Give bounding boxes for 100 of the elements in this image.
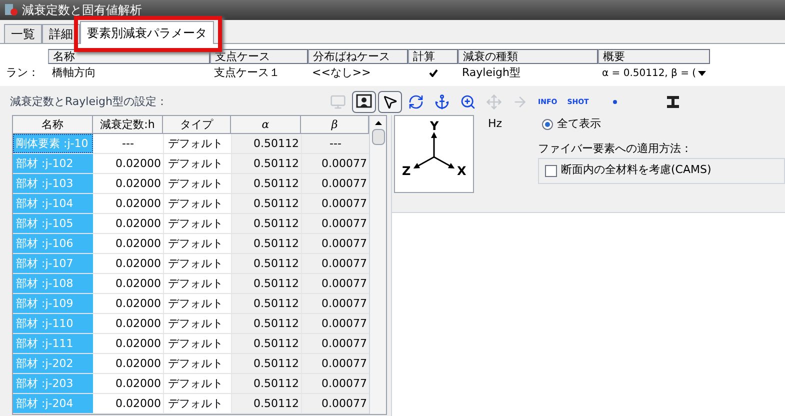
- table-cell: 0.50112: [231, 194, 301, 213]
- checkbox[interactable]: [545, 164, 557, 176]
- table-cell[interactable]: 部材 :j-111: [13, 334, 93, 353]
- column-header: 計算: [408, 49, 458, 64]
- table-cell: 0.00077: [301, 174, 369, 193]
- scrollbar[interactable]: [369, 116, 386, 414]
- settings-label: 減衰定数とRayleigh型の設定：: [9, 94, 168, 110]
- windows-icon: [330, 94, 346, 110]
- scroll-up-icon: [374, 121, 382, 125]
- table-cell: 0.50112: [231, 354, 301, 373]
- column-header: β: [301, 116, 369, 134]
- move-icon: [486, 94, 502, 110]
- table-cell: 0.00077: [301, 334, 369, 353]
- table-cell: 0.50112: [231, 214, 301, 233]
- unit-label: Hz: [488, 116, 502, 132]
- dot-icon: [612, 100, 617, 104]
- table-cell: 0.50112: [231, 134, 301, 153]
- app-icon: [4, 3, 18, 17]
- anchor-icon: [434, 94, 450, 110]
- table-cell-text: 0.02000: [114, 396, 162, 412]
- radio-label: 全て表示: [557, 116, 602, 132]
- table-cell: 0.00077: [301, 194, 369, 213]
- column-header: 減衰定数:h: [93, 116, 163, 134]
- table-cell[interactable]: 部材 :j-203: [13, 374, 93, 393]
- table-cell: 0.00077: [301, 374, 369, 393]
- table-cell[interactable]: 部材 :j-104: [13, 194, 93, 213]
- table-cell: 0.50112: [231, 254, 301, 273]
- checkbox-label: 断面内の全材料を考慮(CAMS): [561, 162, 712, 178]
- i-beam-icon: [666, 95, 680, 109]
- table-cell-text: 0.02000: [114, 156, 162, 172]
- summary-dropdown[interactable]: α = 0.50112, β = (: [598, 66, 710, 80]
- toolbar-button[interactable]: [378, 91, 402, 113]
- table-cell: ---: [301, 134, 369, 153]
- table-cell[interactable]: 部材 :j-103: [13, 174, 93, 193]
- table-cell-text: 0.02000: [114, 276, 162, 292]
- table-cell: 0.50112: [231, 334, 301, 353]
- table-cell[interactable]: 部材 :j-202: [13, 354, 93, 373]
- table-cell-text: 0.02000: [114, 336, 162, 352]
- table-cell-text: 0.02000: [114, 376, 162, 392]
- column-header: 概要: [598, 49, 710, 64]
- tab[interactable]: 一覧: [4, 24, 42, 42]
- table-cell: 0.50112: [231, 374, 301, 393]
- table-cell: 0.00077: [301, 254, 369, 273]
- tab[interactable]: 要素別減衰パラメータ: [80, 21, 214, 44]
- table-cell: 0.00077: [301, 294, 369, 313]
- column-header: 減衰の種類: [458, 49, 598, 64]
- table-cell: 0.50112: [231, 394, 301, 413]
- table-cell[interactable]: 部材 :j-107: [13, 254, 93, 273]
- table-cell: 0.00077: [301, 354, 369, 373]
- axis-label: X: [457, 163, 466, 180]
- fiber-label: ファイバー要素への適用方法：: [538, 141, 693, 157]
- axis-label: Y: [430, 118, 439, 135]
- table-cell-text: 支点ケース１: [213, 64, 281, 81]
- monitor-person-icon: [356, 94, 372, 110]
- table-cell: 0.50112: [231, 154, 301, 173]
- table-cell-text: Rayleigh型: [461, 64, 522, 81]
- table-cell[interactable]: 剛体要素 :j-10: [13, 134, 93, 153]
- window-title: 減衰定数と固有値解析: [22, 2, 142, 19]
- axis-label: Z: [402, 163, 411, 180]
- table-cell: 0.50112: [231, 234, 301, 253]
- table-cell-text: 0.02000: [114, 236, 162, 252]
- column-header: タイプ: [163, 116, 231, 134]
- column-header: 分布ばねケース: [308, 49, 408, 64]
- table-cell-text: 0.02000: [114, 296, 162, 312]
- table-cell: 0.00077: [301, 214, 369, 233]
- table-cell-text: <<なし>>: [311, 64, 372, 81]
- table-cell-text: 0.02000: [114, 216, 162, 232]
- column-header: α: [231, 116, 301, 134]
- table-cell[interactable]: 部材 :j-110: [13, 314, 93, 333]
- table-cell-text: ---: [121, 136, 135, 152]
- toolbar-button[interactable]: [352, 91, 376, 113]
- run-label: ラン：: [5, 64, 40, 81]
- table-cell: 0.00077: [301, 394, 369, 413]
- table-cell-text: 0.02000: [114, 316, 162, 332]
- table-cell[interactable]: 部材 :j-108: [13, 274, 93, 293]
- table-cell-text: 0.02000: [114, 196, 162, 212]
- rotate-icon: [408, 94, 424, 110]
- table-cell: 0.00077: [301, 274, 369, 293]
- table-cell[interactable]: 部材 :j-102: [13, 154, 93, 173]
- table-cell[interactable]: 部材 :j-109: [13, 294, 93, 313]
- table-cell[interactable]: 部材 :j-106: [13, 234, 93, 253]
- table-cell[interactable]: 部材 :j-204: [13, 394, 93, 413]
- pointer-icon: [382, 94, 398, 110]
- table-cell-text: 0.02000: [114, 356, 162, 372]
- dropdown-arrow-icon: [698, 70, 706, 76]
- radio-button[interactable]: [542, 118, 554, 130]
- table-cell: 0.50112: [231, 174, 301, 193]
- zoom-icon: [460, 94, 476, 110]
- table-cell: 0.50112: [231, 314, 301, 333]
- table-cell-text: 0.02000: [114, 256, 162, 272]
- scroll-thumb[interactable]: [372, 129, 384, 145]
- table-cell-text: 橋軸方向: [51, 64, 97, 81]
- table-cell: 0.50112: [231, 274, 301, 293]
- table-cell: 0.00077: [301, 314, 369, 333]
- table-cell: 0.00077: [301, 234, 369, 253]
- table-cell-text: 0.02000: [114, 176, 162, 192]
- table-cell[interactable]: 部材 :j-105: [13, 214, 93, 233]
- column-header: 支点ケース: [210, 49, 308, 64]
- table-cell: 0.50112: [231, 294, 301, 313]
- table-cell: 0.00077: [301, 154, 369, 173]
